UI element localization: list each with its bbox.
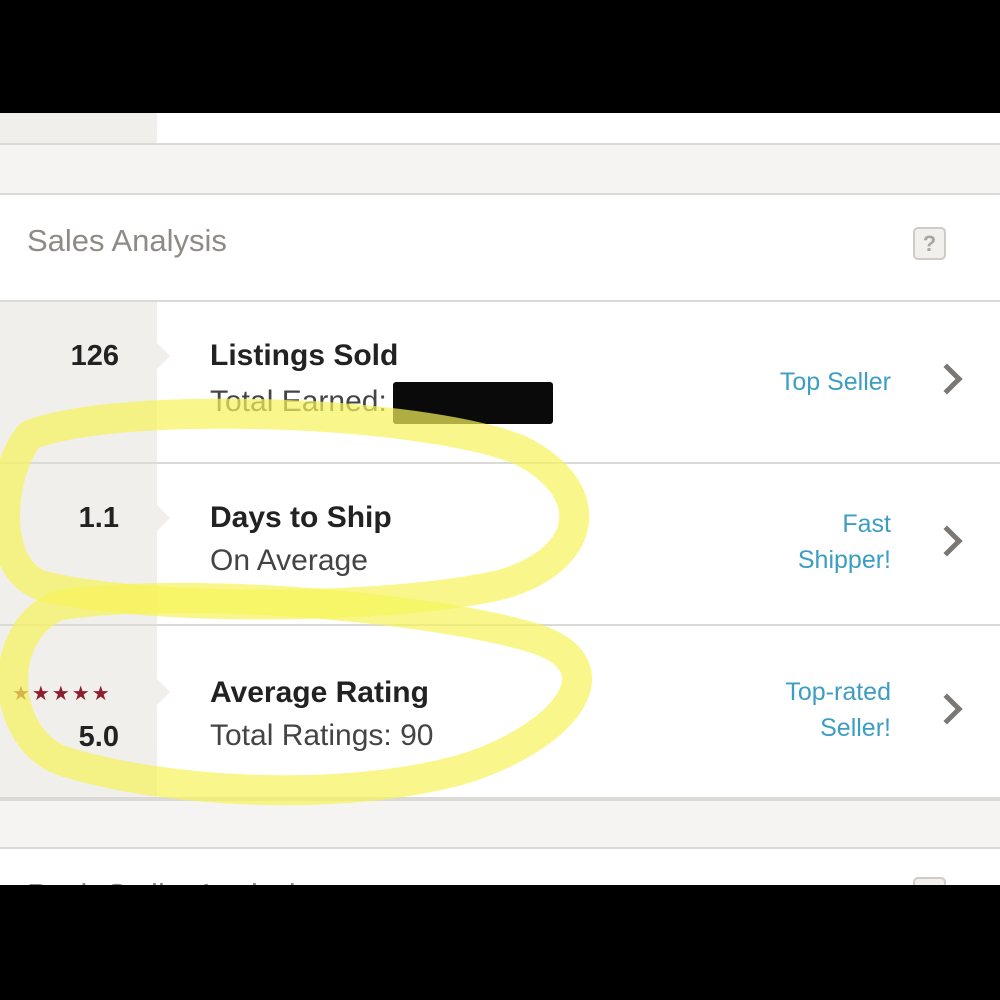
listings-sold-count: 126 [70,340,119,372]
badge-line: Shipper! [797,546,891,574]
chevron-right-icon[interactable] [931,525,963,557]
on-average-label: On Average [210,544,368,577]
badge-line: Fast [842,510,891,538]
stat-column [0,464,157,624]
stat-column [0,626,157,797]
star-rating-icon: ★★★★★ [12,683,112,705]
stat-column-notch [156,504,170,532]
days-to-ship-title: Days to Ship [210,501,392,534]
question-mark-icon[interactable]: ? [913,227,946,260]
average-rating-value: 5.0 [78,721,119,753]
badge-line: Top-rated [785,678,891,706]
listings-sold-title: Listings Sold [210,339,399,372]
previous-section-bottom [0,113,1000,145]
chevron-right-icon[interactable] [931,363,963,395]
app-screen: Sales Analysis ? 126 Listings Sold Total… [0,113,1000,885]
total-earned-text: Total Earned: [210,384,387,418]
fast-shipper-badge[interactable]: Fast Shipper! [798,506,891,578]
top-seller-badge[interactable]: Top Seller [780,364,891,400]
chevron-right-icon[interactable] [931,693,963,725]
days-to-ship-value: 1.1 [78,502,119,534]
total-earned-label: Total Earned: [210,382,553,424]
next-section-card: Posh Stylist Analysis [0,847,1000,885]
average-rating-row[interactable]: ★★★★★ 5.0 Average Rating Total Ratings: … [0,626,1000,799]
listings-sold-row[interactable]: 126 Listings Sold Total Earned: Top Sell… [0,302,1000,464]
section-title: Sales Analysis [27,223,227,258]
average-rating-title: Average Rating [210,676,429,709]
card-header: Sales Analysis ? [0,195,1000,302]
stat-column-notch [156,678,170,706]
total-ratings-label: Total Ratings: 90 [210,719,434,752]
days-to-ship-row[interactable]: 1.1 Days to Ship On Average Fast Shipper… [0,464,1000,626]
stat-column-notch [156,342,170,370]
top-rated-seller-badge[interactable]: Top-rated Seller! [785,674,891,746]
left-column-strip [0,113,157,143]
redacted-amount [392,382,553,424]
stat-column [0,302,157,462]
sales-analysis-card: Sales Analysis ? 126 Listings Sold Total… [0,193,1000,801]
next-section-title: Posh Stylist Analysis [27,877,311,885]
badge-line: Seller! [820,714,891,742]
question-mark-icon[interactable] [913,877,946,885]
